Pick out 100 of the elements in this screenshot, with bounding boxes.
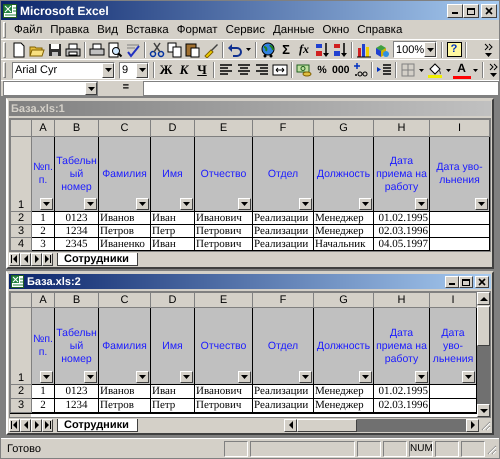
previous-sheet-button[interactable] [20, 252, 31, 266]
fill-bucket-button[interactable] [426, 60, 444, 80]
menu-item[interactable]: Данные [268, 24, 319, 36]
column-header[interactable]: D [150, 120, 194, 136]
horizontal-scrollbar[interactable] [284, 418, 479, 432]
filter-dropdown-button[interactable] [84, 198, 97, 210]
filter-dropdown-button[interactable] [359, 198, 372, 210]
dropdown-field[interactable]: 100% [393, 41, 437, 58]
column-header[interactable]: I [430, 292, 476, 308]
select-all-corner[interactable] [10, 292, 32, 308]
menu-item[interactable]: Вставка [122, 24, 173, 36]
close-button[interactable] [475, 276, 489, 288]
minimize-button[interactable] [447, 4, 463, 18]
toolbar-button[interactable]: Σ [277, 40, 295, 59]
filter-dropdown-button[interactable] [415, 198, 428, 210]
sheet-tab[interactable]: Сотрудники [57, 252, 138, 266]
filter-dropdown-button[interactable] [136, 371, 149, 383]
menu-item[interactable]: Вид [93, 24, 122, 36]
row-header[interactable]: 2 [10, 384, 32, 398]
filter-dropdown-button[interactable] [180, 371, 193, 383]
dropdown-field[interactable]: Arial Cyr [12, 62, 115, 78]
next-sheet-button[interactable] [31, 418, 42, 432]
scroll-left-button[interactable] [284, 418, 297, 432]
column-header[interactable]: D [150, 292, 194, 308]
menu-item[interactable]: Файл [10, 24, 46, 36]
select-all-corner[interactable] [10, 120, 32, 136]
filter-dropdown-button[interactable] [299, 198, 312, 210]
column-header[interactable]: H [374, 292, 430, 308]
column-header[interactable]: E [194, 120, 252, 136]
maximize-button[interactable] [463, 4, 479, 18]
toolbar-button[interactable]: Ж [157, 60, 175, 80]
scrollbar-thumb[interactable] [477, 306, 490, 346]
column-header[interactable]: C [98, 292, 150, 308]
row-header[interactable]: 2 [10, 212, 32, 224]
menu-item[interactable]: Сервис [222, 24, 269, 36]
filter-dropdown-button[interactable] [475, 198, 488, 210]
column-header[interactable]: G [314, 120, 374, 136]
row-header[interactable]: 1 [10, 308, 32, 384]
filter-dropdown-button[interactable] [180, 198, 193, 210]
scissors-button[interactable] [148, 40, 166, 59]
close-button[interactable] [481, 4, 497, 18]
filter-dropdown-button[interactable] [462, 371, 475, 383]
copy-button[interactable] [166, 40, 184, 59]
menu-item[interactable]: Окно [318, 24, 354, 36]
column-header[interactable]: F [252, 120, 314, 136]
toolbar-button[interactable]: % [313, 60, 331, 80]
toolbar-button[interactable]: К [175, 60, 193, 80]
formula-input-field[interactable] [143, 81, 499, 96]
filter-dropdown-button[interactable] [84, 371, 97, 383]
column-header[interactable]: H [374, 120, 430, 136]
toolbar-button[interactable]: 000 [331, 60, 351, 80]
column-header[interactable]: A [32, 120, 54, 136]
sort-ascending-button[interactable] [313, 40, 331, 59]
filter-dropdown-button[interactable] [40, 198, 53, 210]
row-header[interactable]: 3 [10, 224, 32, 238]
maximize-button[interactable] [459, 276, 473, 288]
scroll-down-button[interactable] [477, 404, 490, 417]
sheet-tab[interactable]: Сотрудники [57, 418, 138, 432]
row-header[interactable]: 1 [10, 136, 32, 212]
formula-equals-button[interactable]: = [98, 81, 143, 96]
filter-dropdown-button[interactable] [238, 198, 251, 210]
menu-item[interactable]: Формат [172, 24, 222, 36]
last-sheet-button[interactable] [42, 418, 53, 432]
column-header[interactable]: F [252, 292, 314, 308]
scroll-right-button[interactable] [466, 418, 479, 432]
vertical-scrollbar[interactable] [477, 292, 490, 417]
globe-button[interactable] [259, 40, 277, 59]
filter-dropdown-button[interactable] [40, 371, 53, 383]
resize-grip-icon[interactable] [485, 442, 497, 454]
previous-sheet-button[interactable] [20, 418, 31, 432]
filter-dropdown-button[interactable] [415, 371, 428, 383]
resize-grip-icon[interactable] [479, 419, 491, 431]
minimize-button[interactable] [445, 276, 459, 288]
sort-descending-button[interactable] [331, 40, 349, 59]
scroll-up-button[interactable] [477, 292, 490, 305]
menu-item[interactable]: Справка [353, 24, 406, 36]
column-header[interactable]: C [98, 120, 150, 136]
filter-dropdown-button[interactable] [238, 371, 251, 383]
column-header[interactable]: B [54, 292, 98, 308]
name-box[interactable] [3, 81, 98, 96]
scrollbar-thumb[interactable] [297, 418, 357, 432]
column-header[interactable]: I [430, 120, 490, 136]
menu-item[interactable]: Правка [46, 24, 94, 36]
next-sheet-button[interactable] [31, 252, 42, 266]
toolbar-button[interactable]: fx [295, 40, 313, 59]
row-header[interactable]: 4 [10, 238, 32, 250]
last-sheet-button[interactable] [42, 252, 53, 266]
column-header[interactable]: B [54, 120, 98, 136]
filter-dropdown-button[interactable] [359, 371, 372, 383]
print-preview-button[interactable] [106, 40, 124, 59]
help-button[interactable]: ? [445, 40, 463, 59]
filter-dropdown-button[interactable] [136, 198, 149, 210]
filter-dropdown-button[interactable] [299, 371, 312, 383]
column-header[interactable]: E [194, 292, 252, 308]
column-header[interactable]: G [314, 292, 374, 308]
toolbar-button[interactable]: Ч [193, 60, 211, 80]
dropdown-field[interactable]: 9 [119, 62, 149, 78]
column-header[interactable]: A [32, 292, 54, 308]
first-sheet-button[interactable] [9, 418, 20, 432]
row-header[interactable]: 3 [10, 398, 32, 412]
